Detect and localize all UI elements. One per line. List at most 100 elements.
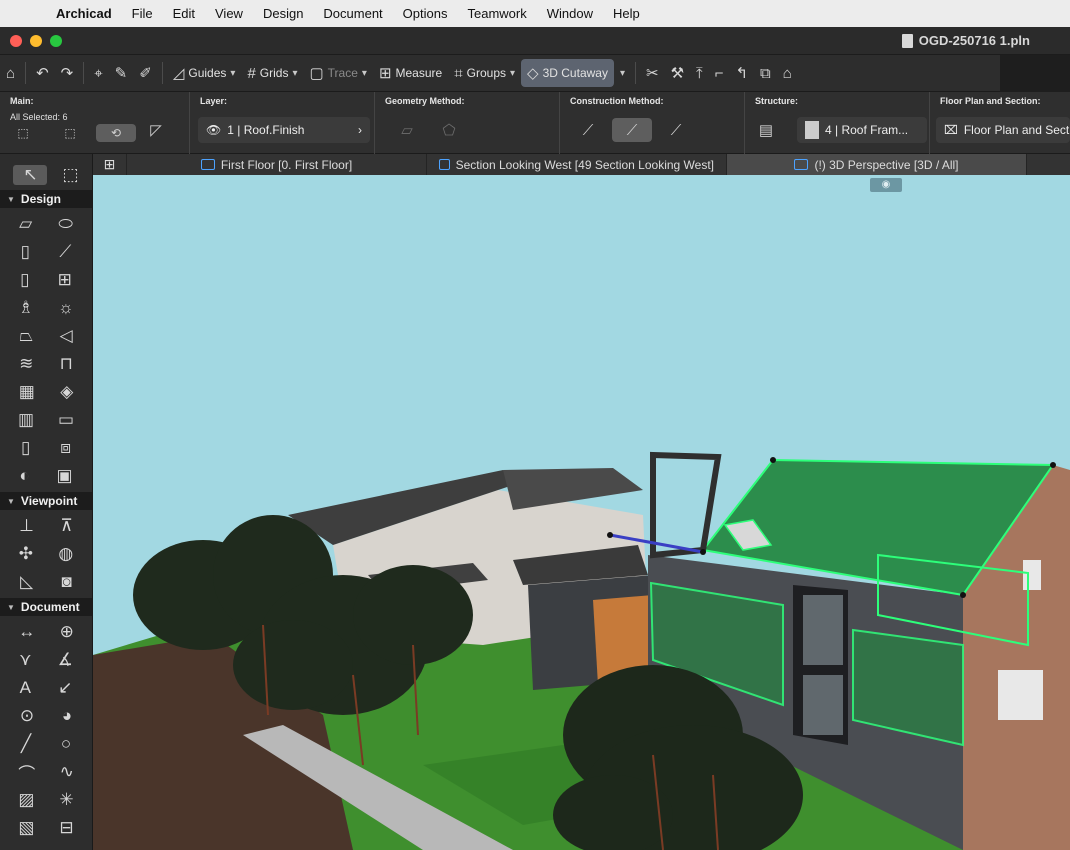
view-options-handle[interactable]: ◉ [870,178,902,192]
line-tool-icon[interactable]: ╱ [21,734,31,754]
chevron-down-icon[interactable]: ▾ [510,68,515,79]
syringe-button[interactable]: ✐ [133,59,158,87]
adjust-button[interactable]: ⚒ [665,59,690,87]
tab-first-floor[interactable]: First Floor [0. First Floor] [127,154,427,175]
geometry-poly-icon[interactable]: ⬠ [429,118,469,142]
door-tool-icon[interactable]: ▯ [20,270,29,290]
lamp-tool-icon[interactable]: ☼ [58,298,74,318]
image-tool-icon[interactable]: ▧ [18,818,34,838]
morph-tool-icon[interactable]: ◈ [60,382,73,402]
grids-button[interactable]: # Grids ▾ [241,59,303,87]
hotspot-tool-icon[interactable]: ⊙ [20,706,34,726]
level-dimension-tool-icon[interactable]: ⋎ [19,650,31,670]
menu-window[interactable]: Window [537,6,603,21]
structure-type-icon[interactable]: ▤ [751,118,781,142]
construction-method-1-icon[interactable]: ⟋ [568,118,608,142]
construction-method-2-icon[interactable]: ⟋ [612,118,652,142]
beam-tool-icon[interactable]: ⟋ [59,242,71,262]
menu-archicad[interactable]: Archicad [46,6,122,21]
menu-options[interactable]: Options [393,6,458,21]
selection-node[interactable] [700,549,706,555]
detail-tool-icon[interactable]: ◺ [20,572,33,592]
marquee-select-icon[interactable]: ⬚ [50,124,90,142]
label-tool-icon[interactable]: ↙ [58,678,72,698]
chevron-down-icon[interactable]: ▾ [292,68,297,79]
camera-tool-icon[interactable]: ◙ [62,572,72,592]
home-button[interactable]: ⌂ [0,59,21,87]
stair-tool-icon[interactable]: ≋ [19,354,33,374]
eyedropper-button[interactable]: ✎ [109,59,134,87]
selection-mode-icon[interactable]: ⬚ [8,124,38,142]
toolbox-section-viewpoint[interactable]: ▼ Viewpoint [0,492,92,510]
tab-section-west[interactable]: Section Looking West [49 Section Looking… [427,154,727,175]
railing-tool-icon[interactable]: ⊓ [60,354,73,374]
figure-tool-icon[interactable]: ✳ [59,790,73,810]
circle-tool-icon[interactable]: ○ [61,734,71,754]
menu-design[interactable]: Design [253,6,313,21]
terrain-tool-icon[interactable]: ⧈ [60,438,71,458]
rotate-icon[interactable]: ⟲ [96,124,136,142]
measure-button[interactable]: ⊞ Measure [373,59,448,87]
angle-dimension-tool-icon[interactable]: ∡ [58,650,73,670]
slab-tool-icon[interactable]: ⬭ [58,214,73,234]
polyline-tool-icon[interactable]: ⌒ [18,760,35,785]
chevron-down-icon[interactable]: ▾ [362,68,367,79]
menu-help[interactable]: Help [603,6,650,21]
curtain-wall-tool-icon[interactable]: ▦ [19,382,35,402]
find-select-button[interactable]: ⌖ [88,59,108,87]
radial-dimension-tool-icon[interactable]: ⊕ [60,622,74,642]
cutaway-dropdown[interactable]: ▾ [614,59,631,87]
groups-button[interactable]: ⌗ Groups ▾ [448,59,521,87]
toolbox-section-design[interactable]: ▼ Design [0,190,92,208]
wall-tool-icon[interactable]: ▱ [19,214,32,234]
undo-button[interactable]: ↶ [30,59,55,87]
close-window-button[interactable] [10,34,22,47]
resize-button[interactable]: ⧉ [754,59,777,87]
menu-view[interactable]: View [205,6,253,21]
section-tool-icon[interactable]: ⊥ [19,516,34,536]
text-tool-icon[interactable]: A [20,678,31,698]
elevate-button[interactable]: ⤒ [690,59,709,87]
split-button[interactable]: ✂ [640,59,665,87]
spline-tool-icon[interactable]: ∿ [60,762,74,782]
geometry-rect-icon[interactable]: ▱ [387,118,427,142]
window-tool-icon[interactable]: ⊞ [58,270,72,290]
elevation-tool-icon[interactable]: ⊼ [60,516,72,536]
fill-tool-icon[interactable]: ◕ [62,706,72,726]
worksheet-tool-icon[interactable]: ◍ [58,544,73,564]
drawing-tool-icon[interactable]: ⊟ [59,818,73,838]
object-tool-icon[interactable]: ♗ [18,298,33,318]
mesh-tool-icon[interactable]: ▭ [58,410,74,430]
redo-button[interactable]: ↷ [55,59,80,87]
shell-tool-icon[interactable]: ◁ [60,326,73,346]
column-tool-icon[interactable]: ▯ [21,242,30,262]
floorplan-settings-button[interactable]: ⌧ Floor Plan and Section... [936,117,1070,143]
guides-button[interactable]: ◿ Guides ▾ [167,59,242,87]
zoom-window-button[interactable] [50,34,62,47]
opening-tool-icon[interactable]: ◐ [19,466,29,486]
fillet-button[interactable]: ↰ [729,59,754,87]
menu-edit[interactable]: Edit [163,6,205,21]
menu-teamwork[interactable]: Teamwork [457,6,536,21]
arrow-tool-icon[interactable]: ↖ [13,165,48,185]
dimension-tool-icon[interactable]: ↔ [18,622,35,642]
roof-tool-icon[interactable]: ⏢ [19,326,33,346]
trace-button[interactable]: ▢ Trace ▾ [303,59,372,87]
structure-selector[interactable]: 4 | Roof Fram... [797,117,927,143]
layer-selector[interactable]: 👁 1 | Roof.Finish › [198,117,370,143]
tab-overview-button[interactable]: ⊞ [93,154,127,175]
selection-node[interactable] [1050,462,1056,468]
3d-cutaway-button[interactable]: ◇ 3D Cutaway [521,59,614,87]
intersect-button[interactable]: ⌐ [709,59,730,87]
marquee-tool-icon[interactable]: ⬚ [62,165,78,185]
roof-shape-button[interactable]: ⌂ [777,59,798,87]
menu-document[interactable]: Document [313,6,392,21]
chevron-down-icon[interactable]: ▾ [230,68,235,79]
3d-viewport[interactable]: ◉ [93,175,1070,850]
zone-tool-icon[interactable]: ▥ [18,410,34,430]
equipment-tool-icon[interactable]: ▣ [57,466,73,486]
selection-node[interactable] [960,592,966,598]
minimize-window-button[interactable] [30,34,42,47]
selection-node[interactable] [607,532,613,538]
selection-node[interactable] [770,457,776,463]
